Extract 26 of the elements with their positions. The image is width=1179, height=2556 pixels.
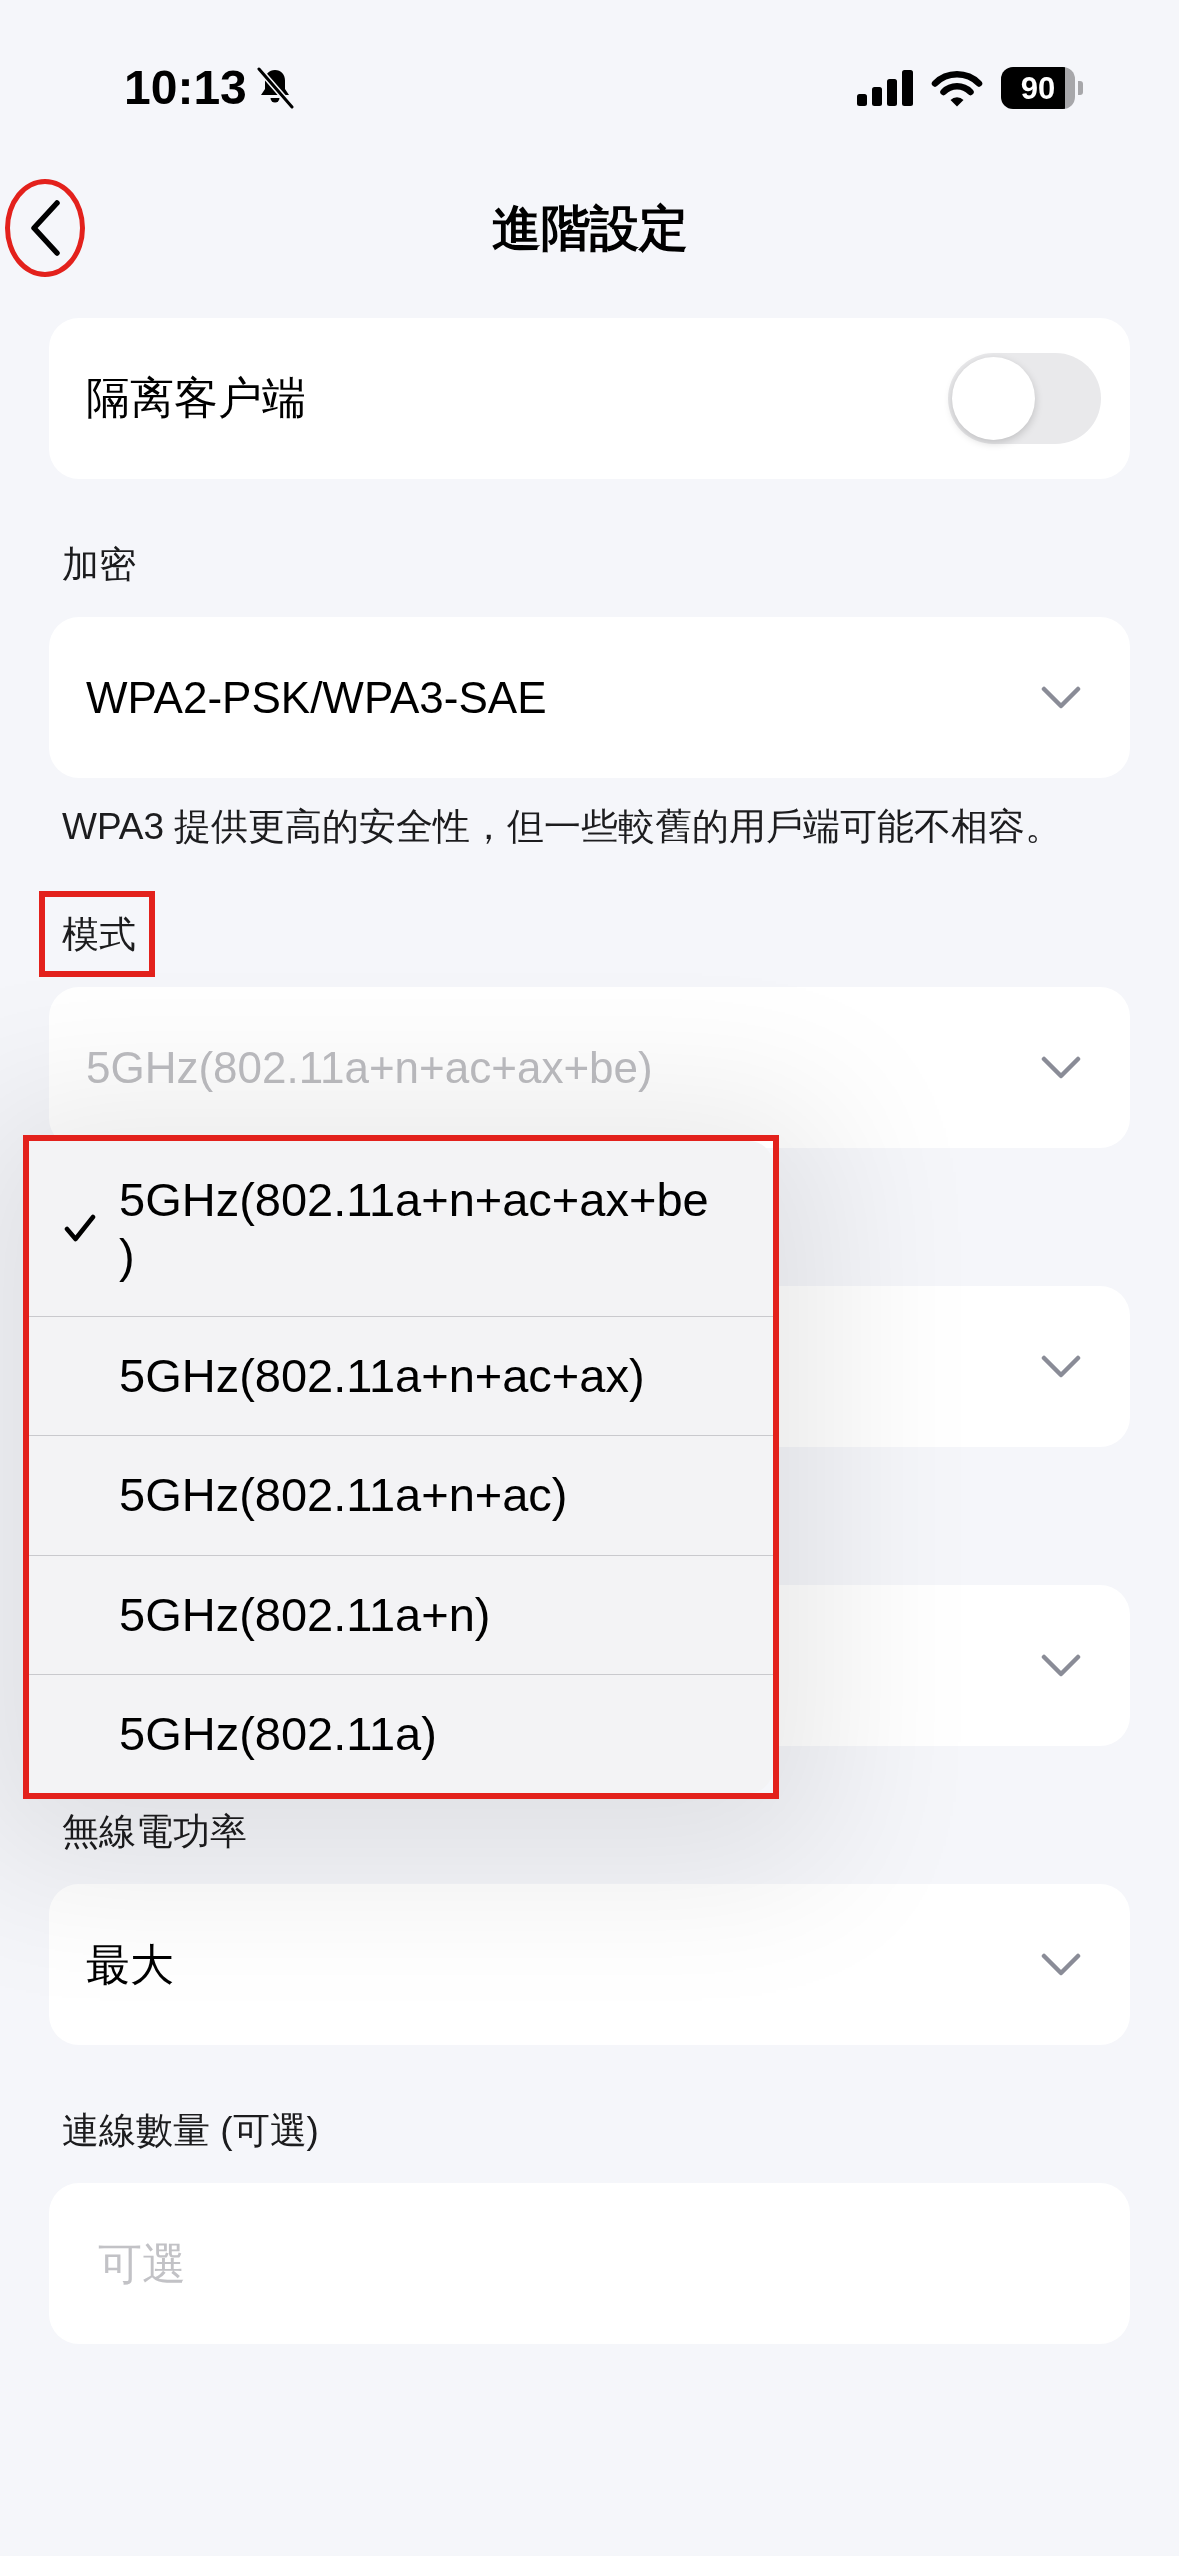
menu-option[interactable]: 5GHz(802.11a+n+ac) [29, 1435, 773, 1555]
field-label: 模式 [62, 914, 136, 955]
input-field[interactable]: 可選 [49, 2183, 1130, 2344]
signal-icon [857, 70, 913, 106]
select-field[interactable]: WPA2-PSK/WPA3-SAE [49, 617, 1130, 778]
select-field[interactable]: 最大 [49, 1884, 1130, 2045]
chevron-down-icon [1041, 1354, 1081, 1379]
field-label: 無線電功率 [62, 1810, 247, 1854]
hint-text: WPA3 提供更高的安全性，但一些較舊的用戶端可能不相容。 [61, 805, 1064, 849]
chevron-down-icon [1041, 1653, 1081, 1678]
menu-option[interactable]: 5GHz(802.11a) [29, 1673, 773, 1794]
page-title: 進階設定 [490, 199, 689, 257]
field-label: 加密 [62, 543, 136, 587]
clock-time: 10:13 [124, 64, 247, 112]
battery-indicator: 90 [1001, 67, 1083, 109]
wifi-icon [931, 69, 983, 107]
chevron-left-icon [29, 199, 61, 257]
chevron-down-icon [1041, 685, 1081, 710]
chevron-down-icon [1041, 1055, 1081, 1080]
menu-option[interactable]: 5GHz(802.11a+n) [29, 1554, 773, 1674]
field-label: 連線數量 (可選) [62, 2109, 319, 2153]
setting-label: 隔离客户端 [86, 372, 306, 425]
back-button[interactable] [29, 199, 61, 257]
menu-option[interactable]: 5GHz(802.11a+n+ac+ax) [29, 1315, 773, 1436]
chevron-down-icon [1041, 1952, 1081, 1977]
checkmark-icon [64, 1214, 96, 1243]
